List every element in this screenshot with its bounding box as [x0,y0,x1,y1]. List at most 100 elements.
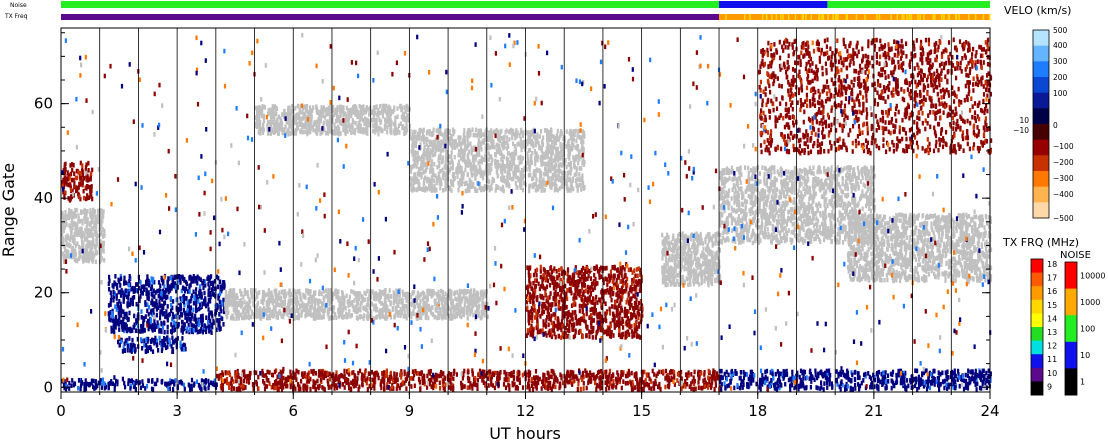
scatter-cell [304,304,307,309]
scatter-cell [621,319,625,324]
scatter-cell [731,187,734,192]
txfreq-segment [810,14,813,20]
scatter-cell [609,331,612,336]
scatter-cell [635,267,638,272]
scatter-cell [815,221,818,227]
scatter-cell [561,311,564,316]
txfreq-segment [864,14,866,20]
scatter-cell [103,257,106,263]
scatter-cell [257,311,260,317]
scatter-cell [181,319,184,325]
scatter-cell [579,329,582,334]
scatter-cell [542,267,545,272]
scatter-cell [400,300,403,305]
scatter-cell [574,280,577,285]
scatter-cell [526,328,529,333]
scatter-cell [73,171,76,176]
scatter-cell [161,325,165,330]
scatter-cell [181,285,185,290]
scatter-cell [401,289,404,295]
scatter-cell [77,169,80,175]
scatter-cell [666,232,669,238]
scatter-cell [560,289,563,294]
scatter-cell [101,234,105,239]
scatter-cell [277,302,280,308]
scatter-cell [151,293,154,298]
scatter-cell [631,306,635,311]
scatter-cell [812,165,815,170]
scatter-cell [822,222,825,227]
scatter-cell [154,335,157,341]
scatter-cell [120,276,123,281]
scatter-cell [304,295,307,300]
scatter-cell [819,211,822,216]
scatter-cell [424,313,427,319]
scatter-cell [451,298,454,304]
scatter-cell [466,311,469,316]
scatter-cell [763,176,766,181]
scatter-cell [147,336,150,342]
scatter-cell [590,324,593,329]
scatter-cell [528,315,531,321]
scatter-cell [814,236,817,241]
scatter-cell [90,188,93,194]
scatter-cell [245,302,248,307]
scatter-cell [342,292,345,297]
scatter-cell [604,314,607,320]
scatter-cell [127,282,131,288]
scatter-cell [385,294,388,299]
scatter-cell [63,175,66,181]
scatter-cell [345,293,348,299]
scatter-cell [123,348,126,353]
txfreq-segment [934,14,936,20]
scatter-cell [588,334,591,339]
scatter-cell [626,322,629,328]
scatter-cell [115,293,118,298]
scatter-cell [168,284,171,289]
scatter-cell [109,317,112,323]
scatter-cell [265,311,268,316]
scatter-cell [324,293,328,299]
scatter-cell [348,309,351,314]
scatter-cell [92,207,95,213]
scatter-cell [440,314,443,319]
scatter-cell [128,336,131,341]
scatter-cell [133,322,136,327]
scatter-cell [579,270,582,275]
scatter-cell [126,317,130,322]
scatter-cell [200,318,203,323]
scatter-cell [709,271,712,277]
scatter-cell [109,301,112,306]
scatter-cell [685,276,688,281]
scatter-cell [350,301,353,306]
scatter-cell [444,315,447,320]
scatter-cell [609,323,612,329]
scatter-cell [412,311,415,316]
scatter-cell [609,293,612,298]
scatter-cell [395,299,398,304]
scatter-cell [86,209,89,214]
scatter-cell [700,278,704,284]
scatter-cell [752,228,755,234]
scatter-cell [169,329,173,334]
scatter-cell [670,257,673,262]
scatter-cell [867,186,870,192]
scatter-cell [348,294,351,300]
scatter-cell [702,246,705,252]
scatter-cell [198,276,201,281]
scatter-cell [570,290,573,296]
scatter-cell [80,233,83,238]
scatter-cell [399,313,402,319]
scatter-cell [553,323,556,329]
scatter-cell [300,309,303,315]
txfreq-segment [832,14,834,20]
scatter-cell [68,243,71,249]
scatter-cell [773,181,777,187]
txfreq-segment [765,14,768,20]
scatter-cell [416,300,419,305]
scatter-cell [108,278,111,284]
scatter-cell [162,290,166,295]
scatter-cell [350,289,353,294]
scatter-cell [145,342,148,348]
scatter-cell [546,278,550,284]
